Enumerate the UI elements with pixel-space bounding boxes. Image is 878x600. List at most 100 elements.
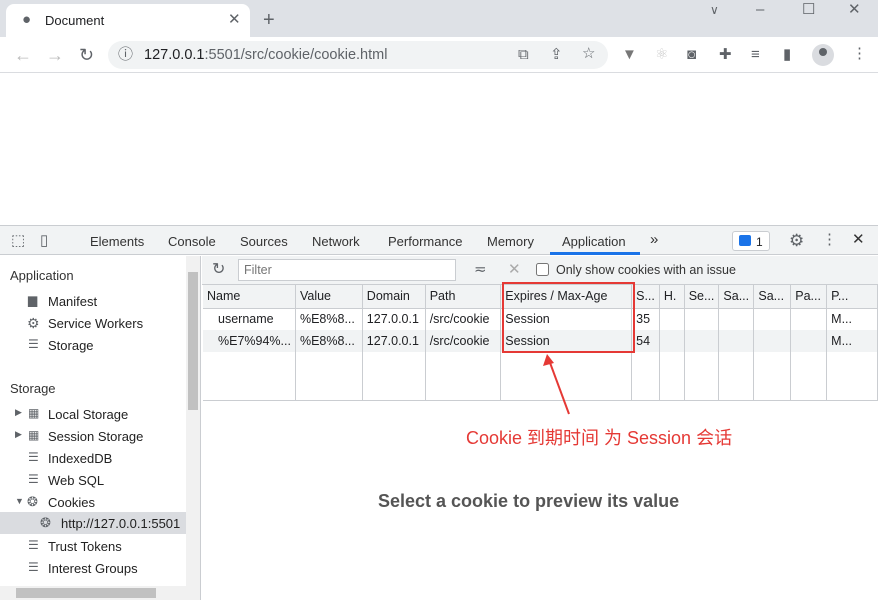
sidebar-item-web-sql[interactable]: Web SQL <box>48 473 104 488</box>
more-options-icon[interactable]: ⋮ <box>822 232 837 247</box>
sidebar-item-session-storage[interactable]: Session Storage <box>48 429 143 444</box>
new-tab-icon[interactable]: + <box>263 10 275 30</box>
cell: %E8%8... <box>295 308 363 330</box>
issues-button[interactable]: 1 <box>732 231 770 251</box>
info-icon: ⓘ <box>118 46 134 63</box>
cell: %E8%8... <box>295 330 363 352</box>
tab-network[interactable]: Network <box>312 234 360 249</box>
database-icon: ☰ <box>28 472 39 486</box>
reload-icon[interactable]: ↻ <box>79 46 94 64</box>
tab-console[interactable]: Console <box>168 234 216 249</box>
database-icon: ☰ <box>28 560 39 574</box>
tab-memory[interactable]: Memory <box>487 234 534 249</box>
tab-application[interactable]: Application <box>562 234 626 249</box>
cell: /src/cookie <box>425 308 502 330</box>
tab-performance[interactable]: Performance <box>388 234 462 249</box>
section-header-application: Application <box>10 268 74 283</box>
cell <box>753 330 792 352</box>
vue-extension-icon[interactable]: ▼ <box>622 47 637 62</box>
sidebar-item-storage[interactable]: Storage <box>48 338 94 353</box>
translate-icon[interactable]: ⧉ <box>518 47 529 62</box>
side-panel-icon[interactable]: ▮ <box>783 47 791 62</box>
filter-input[interactable] <box>238 259 456 281</box>
highlight-box <box>502 282 635 353</box>
preview-placeholder: Select a cookie to preview its value <box>378 491 680 511</box>
cell: 127.0.0.1 <box>362 330 426 352</box>
sidebar-item-manifest[interactable]: Manifest <box>48 294 97 309</box>
react-extension-icon[interactable]: ⚛ <box>655 47 668 62</box>
camera-icon[interactable]: ◙ <box>687 47 696 62</box>
column-header[interactable]: Sa... <box>753 285 792 309</box>
sidebar-item-service-workers[interactable]: Service Workers <box>48 316 143 331</box>
address-bar[interactable]: ⓘ 127.0.0.1:5501/src/cookie/cookie.html … <box>108 41 608 69</box>
collapse-arrow-icon[interactable]: ▼ <box>15 496 24 506</box>
cell <box>684 330 720 352</box>
cookie-origin-label: http://127.0.0.1:5501 <box>61 516 181 531</box>
device-toggle-icon[interactable]: ▯ <box>40 233 48 248</box>
column-header[interactable]: Path <box>425 285 502 309</box>
sidebar-item-indexeddb[interactable]: IndexedDB <box>48 451 112 466</box>
minimize-icon[interactable]: – <box>756 2 764 17</box>
expand-arrow-icon[interactable]: ▶ <box>15 407 22 418</box>
back-icon[interactable]: ← <box>14 46 32 64</box>
media-icon[interactable]: ≡ <box>751 47 760 62</box>
arrow-shaft <box>548 359 570 415</box>
column-header[interactable]: Value <box>295 285 363 309</box>
cookie-icon: ❂ <box>40 515 51 530</box>
cookie-icon: ❂ <box>27 494 38 509</box>
gear-icon[interactable]: ⚙ <box>789 232 804 249</box>
close-window-icon[interactable]: ✕ <box>848 2 861 17</box>
column-header[interactable]: S... <box>631 285 660 309</box>
cell: 127.0.0.1 <box>362 308 426 330</box>
browser-tab[interactable]: ● Document ✕ <box>6 4 250 37</box>
tab-elements[interactable]: Elements <box>90 234 144 249</box>
database-icon: ☰ <box>28 538 39 552</box>
tab-sources[interactable]: Sources <box>240 234 288 249</box>
sidebar-item-interest-groups[interactable]: Interest Groups <box>48 561 138 576</box>
scrollbar-thumb[interactable] <box>188 272 198 410</box>
column-header[interactable]: H. <box>659 285 685 309</box>
chevron-down-icon[interactable]: ∨ <box>710 4 719 16</box>
menu-icon[interactable]: ⋮ <box>852 46 867 61</box>
tab-title: Document <box>45 13 105 28</box>
close-tab-icon[interactable]: ✕ <box>228 12 241 27</box>
cell <box>753 308 792 330</box>
horizontal-scrollbar[interactable] <box>0 586 200 600</box>
column-header[interactable]: Sa... <box>718 285 755 309</box>
cell <box>718 330 755 352</box>
sidebar-item-cookie-origin[interactable]: ❂ http://127.0.0.1:5501 <box>0 512 186 534</box>
forward-icon[interactable]: → <box>46 46 64 64</box>
vertical-scrollbar[interactable] <box>186 256 200 586</box>
cell <box>659 330 685 352</box>
cell: M... <box>826 308 878 330</box>
only-issues-checkbox[interactable] <box>536 263 549 276</box>
annotation-text: Cookie 到期时间 为 Session 会话 <box>466 428 733 448</box>
sidebar-item-trust-tokens[interactable]: Trust Tokens <box>48 539 122 554</box>
expand-arrow-icon[interactable]: ▶ <box>15 429 22 440</box>
sidebar-item-cookies[interactable]: Cookies <box>48 495 95 510</box>
share-icon[interactable]: ⇪ <box>550 47 563 62</box>
maximize-icon[interactable]: ☐ <box>802 2 815 17</box>
column-header[interactable]: P... <box>826 285 878 309</box>
active-tab-indicator <box>550 252 640 255</box>
column-header[interactable]: Se... <box>684 285 720 309</box>
avatar[interactable] <box>812 44 834 66</box>
column-header[interactable]: Pa... <box>790 285 828 309</box>
annotation-arrow <box>543 354 570 415</box>
inspect-icon[interactable]: ⬚ <box>11 233 25 248</box>
devtools-tabbar: ⬚ ▯ Elements Console Sources Network Per… <box>0 225 878 255</box>
cell <box>790 308 828 330</box>
column-header[interactable]: Domain <box>362 285 426 309</box>
star-icon[interactable]: ☆ <box>582 46 595 61</box>
cell: username <box>203 308 296 330</box>
extensions-icon[interactable]: ✚ <box>719 47 732 62</box>
more-tabs-icon[interactable]: » <box>650 231 658 248</box>
close-devtools-icon[interactable]: ✕ <box>852 232 865 247</box>
refresh-icon[interactable]: ↻ <box>212 262 225 278</box>
column-header[interactable]: Name <box>203 285 296 309</box>
clear-filtered-icon[interactable]: ≂ <box>474 262 487 277</box>
delete-icon[interactable]: ✕ <box>508 262 521 277</box>
sidebar-item-local-storage[interactable]: Local Storage <box>48 407 128 422</box>
cell <box>718 308 755 330</box>
scrollbar-thumb[interactable] <box>16 588 156 598</box>
